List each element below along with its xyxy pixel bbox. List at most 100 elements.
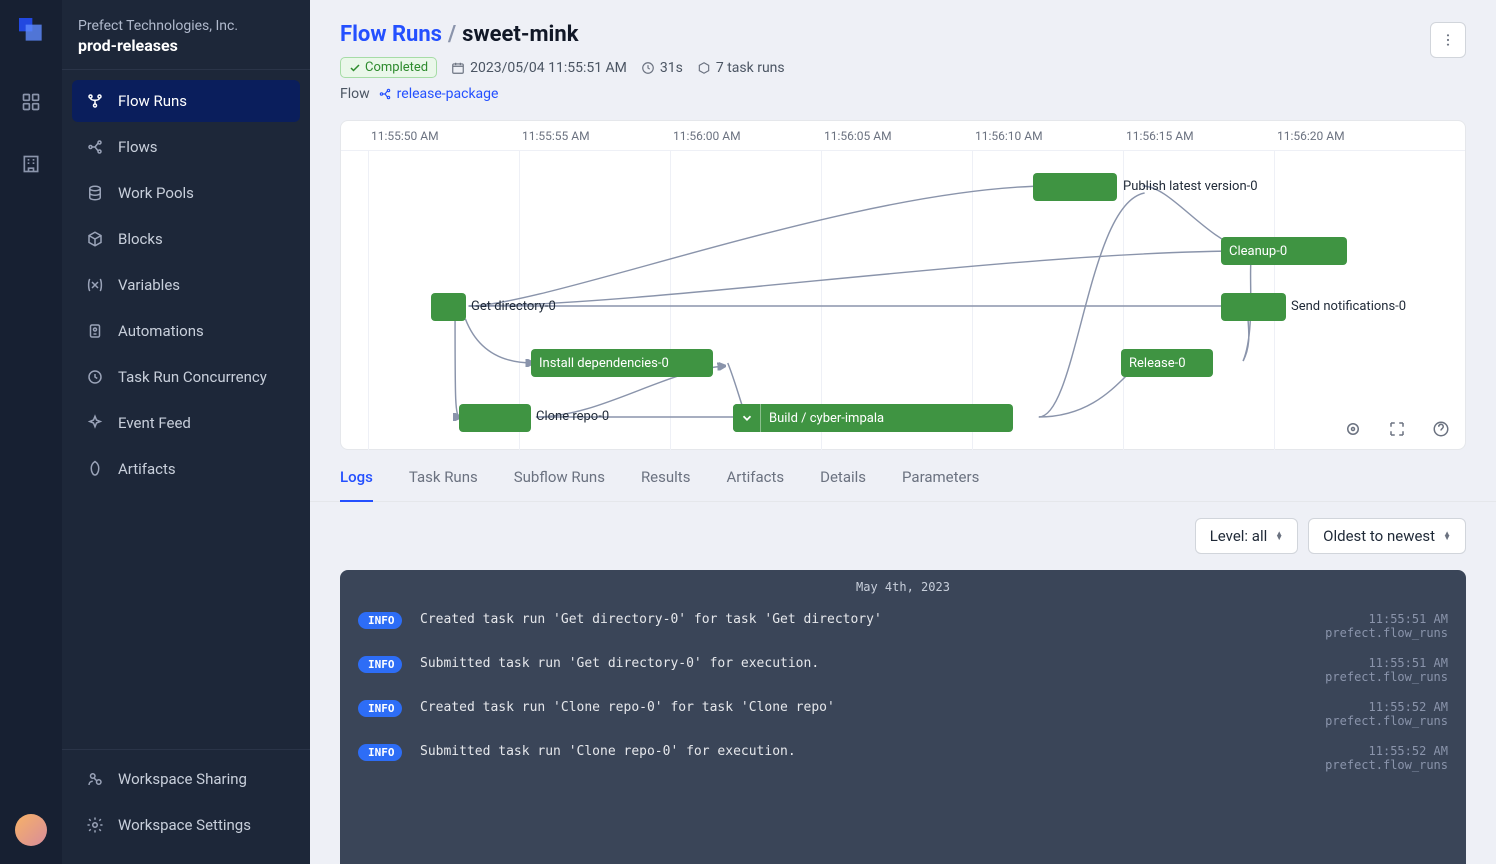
sidebar-item-artifacts[interactable]: Artifacts — [72, 448, 300, 490]
tab-logs[interactable]: Logs — [340, 468, 373, 502]
tab-parameters[interactable]: Parameters — [902, 468, 979, 501]
sidebar-item-task-run-concurrency[interactable]: Task Run Concurrency — [72, 356, 300, 398]
main-nav: Flow Runs Flows Work Pools Blocks Variab… — [62, 70, 310, 749]
nav-label: Automations — [118, 322, 204, 340]
workspace-switcher[interactable]: Prefect Technologies, Inc. prod-releases — [62, 0, 310, 69]
breadcrumb-sep: / — [448, 22, 456, 47]
timestamp: 2023/05/04 11:55:51 AM — [451, 60, 627, 76]
help-icon[interactable] — [1431, 419, 1451, 439]
workspace-name: prod-releases — [78, 36, 294, 55]
tick-label: 11:55:50 AM — [371, 129, 439, 143]
tick-label: 11:56:15 AM — [1126, 129, 1194, 143]
nav-label: Flow Runs — [118, 92, 187, 110]
breadcrumb-root[interactable]: Flow Runs — [340, 22, 442, 47]
task-release[interactable]: Release-0 — [1121, 349, 1213, 377]
sidebar-item-blocks[interactable]: Blocks — [72, 218, 300, 260]
tab-results[interactable]: Results — [641, 468, 691, 501]
logs-panel[interactable]: May 4th, 2023 INFO Created task run 'Get… — [340, 570, 1466, 864]
cube-icon — [86, 230, 104, 248]
nav-label: Work Pools — [118, 184, 194, 202]
flow-ref: Flow release-package — [340, 86, 1430, 102]
log-message: Submitted task run 'Get directory-0' for… — [420, 656, 1307, 671]
flows-icon — [378, 87, 392, 101]
log-filters: Level: all ▲▼ Oldest to newest ▲▼ — [310, 502, 1496, 570]
log-level-badge: INFO — [358, 612, 402, 629]
status-badge: Completed — [340, 57, 437, 78]
tick-label: 11:56:20 AM — [1277, 129, 1345, 143]
calendar-icon — [451, 61, 465, 75]
sparkle-icon — [86, 414, 104, 432]
sidebar-item-variables[interactable]: Variables — [72, 264, 300, 306]
log-line: INFO Submitted task run 'Get directory-0… — [340, 648, 1466, 692]
gantt-timeline[interactable]: 11:55:50 AM 11:55:55 AM 11:56:00 AM 11:5… — [340, 120, 1466, 450]
flows-icon — [86, 138, 104, 156]
task-label: Publish latest version-0 — [1123, 179, 1258, 194]
hexagon-icon — [697, 61, 711, 75]
sidebar-item-flow-runs[interactable]: Flow Runs — [72, 80, 300, 122]
task-get-directory[interactable] — [431, 293, 466, 321]
breadcrumb-current: sweet-mink — [462, 22, 578, 47]
target-icon[interactable] — [1343, 419, 1363, 439]
task-clone-repo[interactable] — [459, 404, 531, 432]
sidebar-item-workspace-settings[interactable]: Workspace Settings — [72, 804, 300, 846]
task-label: Get directory-0 — [471, 299, 556, 314]
grid-icon[interactable] — [15, 86, 47, 118]
task-install-dependencies[interactable]: Install dependencies-0 — [531, 349, 713, 377]
task-label: Send notifications-0 — [1291, 299, 1406, 314]
artifacts-icon — [86, 460, 104, 478]
tab-subflow-runs[interactable]: Subflow Runs — [514, 468, 605, 501]
expand-icon[interactable] — [1387, 419, 1407, 439]
more-menu-button[interactable] — [1430, 22, 1466, 58]
gantt-controls — [1343, 419, 1451, 439]
log-line: INFO Created task run 'Clone repo-0' for… — [340, 692, 1466, 736]
sidebar: Prefect Technologies, Inc. prod-releases… — [62, 0, 310, 864]
icon-rail — [0, 0, 62, 864]
org-name: Prefect Technologies, Inc. — [78, 18, 294, 34]
sidebar-item-event-feed[interactable]: Event Feed — [72, 402, 300, 444]
sidebar-item-automations[interactable]: Automations — [72, 310, 300, 352]
tick-label: 11:56:00 AM — [673, 129, 741, 143]
main-content: Flow Runs / sweet-mink Completed 2023/05… — [310, 0, 1496, 864]
flow-link[interactable]: release-package — [378, 86, 499, 102]
log-line: INFO Submitted task run 'Clone repo-0' f… — [340, 736, 1466, 780]
chevron-updown-icon: ▲▼ — [1443, 532, 1451, 540]
gear-icon — [86, 816, 104, 834]
log-level-badge: INFO — [358, 656, 402, 673]
level-select[interactable]: Level: all ▲▼ — [1195, 518, 1298, 554]
task-build[interactable]: Build / cyber-impala — [733, 404, 1013, 432]
tab-details[interactable]: Details — [820, 468, 866, 501]
chevron-down-icon[interactable] — [733, 404, 761, 432]
nav-label: Variables — [118, 276, 180, 294]
tab-task-runs[interactable]: Task Runs — [409, 468, 478, 501]
log-level-badge: INFO — [358, 744, 402, 761]
task-run-count: 7 task runs — [697, 60, 785, 76]
nav-label: Task Run Concurrency — [118, 368, 267, 386]
sidebar-item-work-pools[interactable]: Work Pools — [72, 172, 300, 214]
building-icon[interactable] — [15, 148, 47, 180]
gantt-body: Get directory-0 Install dependencies-0 C… — [341, 151, 1465, 451]
page-header: Flow Runs / sweet-mink Completed 2023/05… — [310, 0, 1496, 110]
tick-label: 11:55:55 AM — [522, 129, 590, 143]
sort-select[interactable]: Oldest to newest ▲▼ — [1308, 518, 1466, 554]
tab-artifacts[interactable]: Artifacts — [726, 468, 784, 501]
avatar[interactable] — [15, 814, 47, 846]
dots-vertical-icon — [1440, 32, 1456, 48]
task-cleanup[interactable]: Cleanup-0 — [1221, 237, 1347, 265]
log-message: Created task run 'Get directory-0' for t… — [420, 612, 1307, 627]
nav-label: Event Feed — [118, 414, 191, 432]
log-message: Submitted task run 'Clone repo-0' for ex… — [420, 744, 1307, 759]
task-send-notifications[interactable] — [1221, 293, 1286, 321]
concurrency-icon — [86, 368, 104, 386]
sidebar-item-workspace-sharing[interactable]: Workspace Sharing — [72, 758, 300, 800]
chevron-updown-icon: ▲▼ — [1275, 532, 1283, 540]
sidebar-item-flows[interactable]: Flows — [72, 126, 300, 168]
task-publish[interactable] — [1033, 173, 1117, 201]
log-level-badge: INFO — [358, 700, 402, 717]
duration: 31s — [641, 60, 683, 76]
automation-icon — [86, 322, 104, 340]
task-label: Clone repo-0 — [536, 409, 609, 424]
nav-label: Workspace Sharing — [118, 770, 247, 788]
tick-label: 11:56:05 AM — [824, 129, 892, 143]
flow-runs-icon — [86, 92, 104, 110]
nav-label: Workspace Settings — [118, 816, 251, 834]
